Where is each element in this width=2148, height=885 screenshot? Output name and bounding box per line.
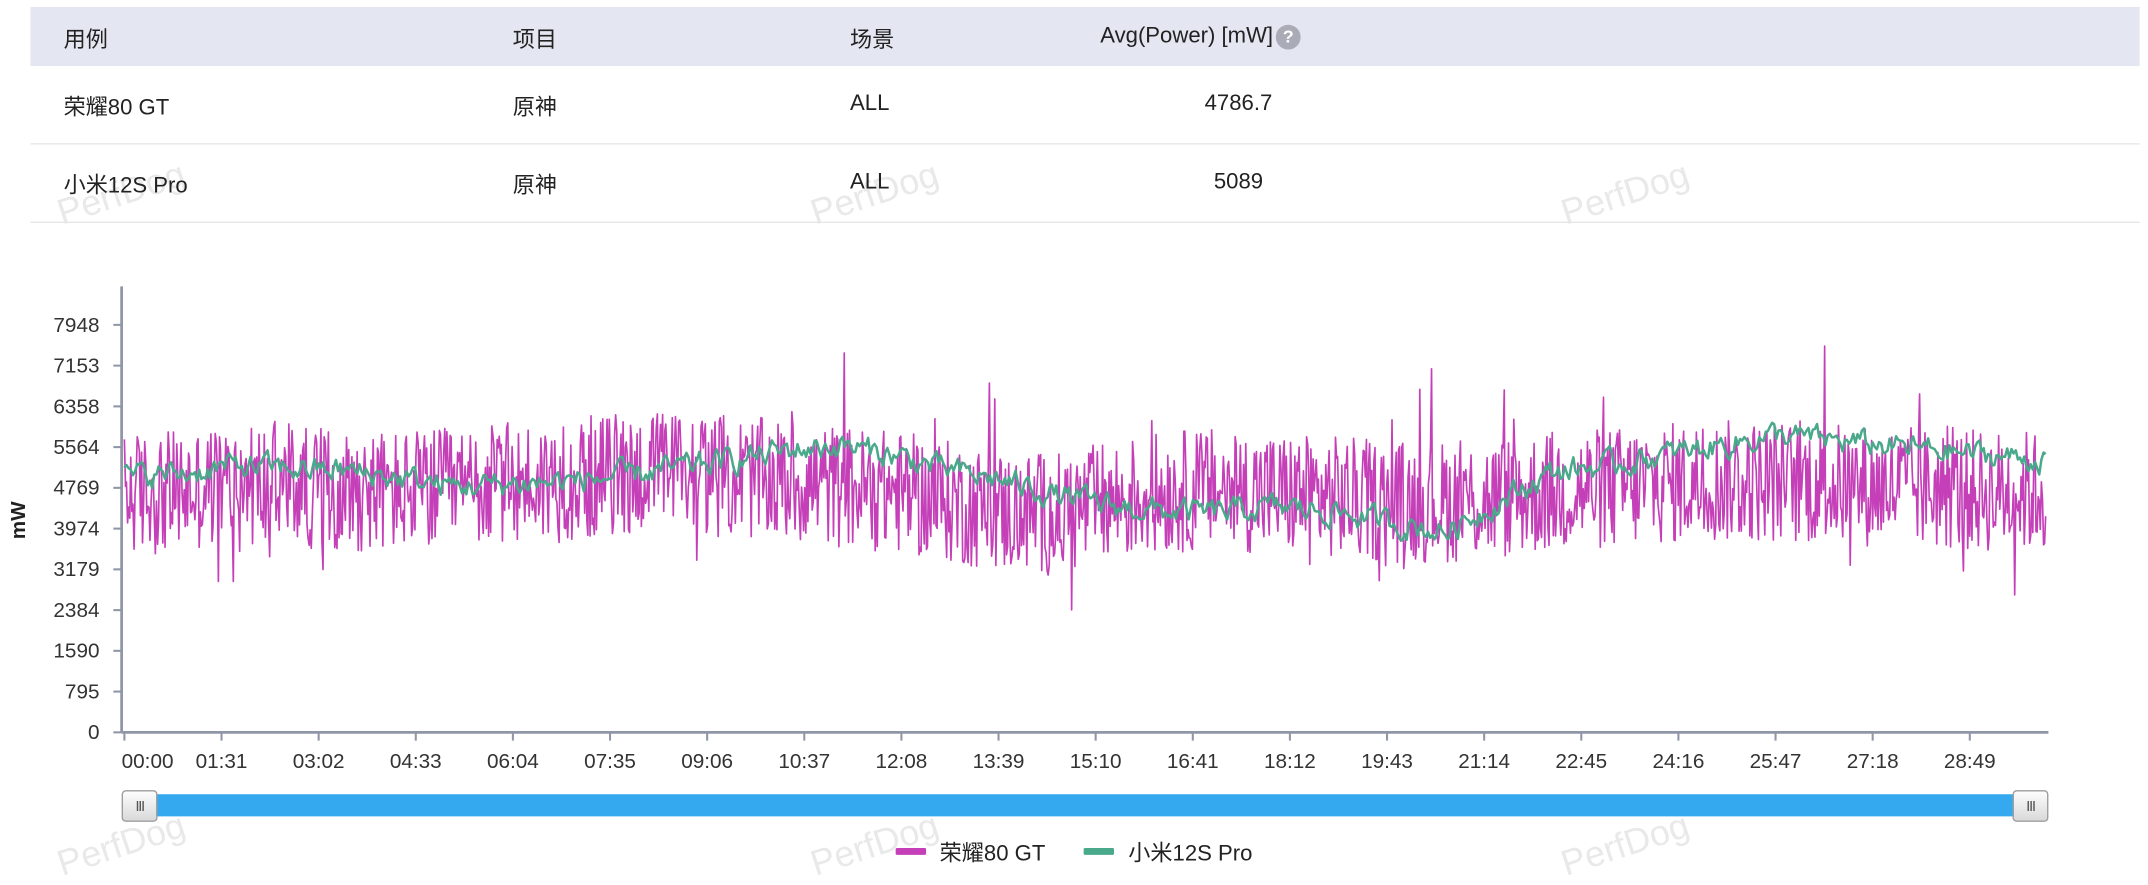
chart-legend: 荣耀80 GT 小米12S Pro xyxy=(0,834,2148,867)
y-tick-label-5: 3974 xyxy=(53,518,99,541)
x-tick-label-1: 01:31 xyxy=(196,750,248,773)
x-tick-label-15: 22:45 xyxy=(1555,750,1607,773)
y-tick-label-0: 0 xyxy=(88,721,100,744)
legend-item-series-2[interactable]: 小米12S Pro xyxy=(1084,834,1252,867)
power-line-chart[interactable]: 0 795 1590 2384 3179 3974 4769 5564 6358 7153 7948… xyxy=(0,262,2148,785)
range-slider-left-handle[interactable]: III xyxy=(121,790,158,822)
header-project[interactable]: 项目 xyxy=(513,7,557,66)
x-tick-label-17: 25:47 xyxy=(1750,750,1802,773)
x-tick-label-7: 10:37 xyxy=(778,750,830,773)
y-tick-label-3: 2384 xyxy=(53,599,99,622)
y-tick-label-2: 1590 xyxy=(53,640,99,663)
range-slider[interactable]: III III xyxy=(121,790,2049,822)
cell-project: 原神 xyxy=(512,96,558,120)
x-tick-label-14: 21:14 xyxy=(1458,750,1510,773)
cell-scene: ALL xyxy=(850,170,890,195)
header-scene[interactable]: 场景 xyxy=(850,7,894,66)
x-tick-label-3: 04:33 xyxy=(390,750,442,773)
summary-table: 用例 项目 场景 Avg(Power) [mW] ? 荣耀80 GT 原神 AL… xyxy=(30,6,2140,224)
x-tick-label-6: 09:06 xyxy=(681,750,733,773)
cell-avg-power: 4786.7 xyxy=(1204,92,1273,116)
x-tick-label-12: 18:12 xyxy=(1264,750,1316,773)
x-tick-label-5: 07:35 xyxy=(584,750,636,773)
table-header: 用例 项目 场景 Avg(Power) [mW] ? xyxy=(30,6,2140,67)
legend-swatch-series-2 xyxy=(1084,847,1115,855)
cell-avg-power: 5089 xyxy=(1213,170,1264,195)
cell-device: 荣耀80 GT xyxy=(63,96,170,120)
y-tick-label-4: 3179 xyxy=(53,558,99,581)
x-tick-label-10: 15:10 xyxy=(1070,750,1122,773)
x-tick-label-18: 27:18 xyxy=(1847,750,1899,773)
x-tick-label-2: 03:02 xyxy=(293,750,345,773)
legend-item-series-1[interactable]: 荣耀80 GT xyxy=(895,834,1045,867)
table-row[interactable]: 小米12S Pro 原神 ALL 5089 xyxy=(30,145,2140,224)
legend-swatch-series-1 xyxy=(895,847,926,855)
x-tick-label-16: 24:16 xyxy=(1652,750,1704,773)
cell-scene: ALL xyxy=(850,92,890,116)
header-avg-power[interactable]: Avg(Power) [mW] ? xyxy=(1100,7,1301,66)
perfdog-report: PerfDog PerfDog PerfDog PerfDog PerfDog … xyxy=(0,0,2148,884)
y-tick-label-9: 7153 xyxy=(53,355,99,378)
y-axis-title: mW xyxy=(7,501,30,539)
x-tick-label-4: 06:04 xyxy=(487,750,539,773)
y-tick-label-1: 795 xyxy=(65,681,100,704)
x-tick-label-8: 12:08 xyxy=(875,750,927,773)
y-tick-label-10: 7948 xyxy=(53,314,99,337)
legend-label-series-2: 小米12S Pro xyxy=(1128,842,1253,866)
y-tick-label-6: 4769 xyxy=(53,477,99,500)
x-tick-label-13: 19:43 xyxy=(1361,750,1413,773)
range-slider-bar[interactable] xyxy=(140,794,2030,817)
header-case[interactable]: 用例 xyxy=(64,7,108,66)
header-avg-power-label: Avg(Power) [mW] xyxy=(1100,24,1274,48)
x-tick-label-0: 00:00 xyxy=(122,750,174,773)
y-tick-label-7: 5564 xyxy=(53,436,99,459)
range-slider-right-handle[interactable]: III xyxy=(2012,790,2049,822)
y-tick-label-8: 6358 xyxy=(53,395,99,418)
cell-project: 原神 xyxy=(512,174,558,199)
x-tick-label-9: 13:39 xyxy=(973,750,1025,773)
x-tick-label-19: 28:49 xyxy=(1944,750,1996,773)
help-icon[interactable]: ? xyxy=(1275,24,1301,49)
legend-label-series-1: 荣耀80 GT xyxy=(939,842,1046,866)
cell-device: 小米12S Pro xyxy=(63,174,188,199)
x-tick-label-11: 16:41 xyxy=(1167,750,1219,773)
series-line-1 xyxy=(123,345,2047,611)
table-row[interactable]: 荣耀80 GT 原神 ALL 4786.7 xyxy=(30,66,2140,145)
